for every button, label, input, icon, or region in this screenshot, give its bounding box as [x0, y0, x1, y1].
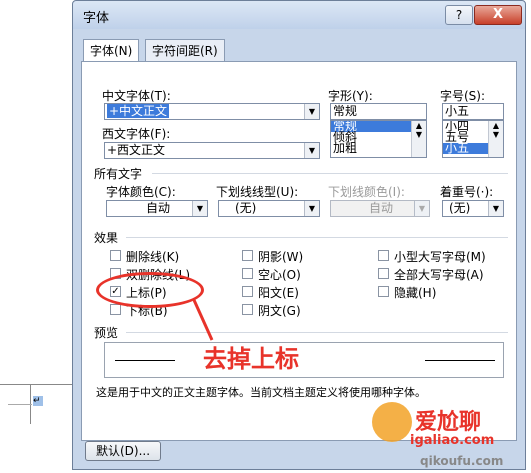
shadow-checkbox[interactable]: [242, 250, 253, 261]
default-button[interactable]: 默认(D)...: [85, 441, 161, 461]
emphasis-mark-label: 着重号(·):: [440, 185, 494, 199]
style-input[interactable]: 常规: [330, 103, 427, 120]
outline-checkbox[interactable]: [242, 268, 253, 279]
all-caps-checkbox[interactable]: [378, 268, 389, 279]
underline-color-label: 下划线颜色(I):: [328, 185, 405, 199]
engrave-label: 阴文(G): [258, 304, 301, 318]
outline-label: 空心(O): [258, 268, 301, 282]
tab-font[interactable]: 字体(N): [83, 39, 140, 62]
strikethrough-label: 删除线(K): [126, 250, 180, 264]
chevron-down-icon[interactable]: ▼: [304, 104, 319, 119]
preview-separator: [126, 332, 508, 333]
western-font-select[interactable]: +西文正文 ▼: [104, 142, 320, 159]
effects-separator: [126, 237, 508, 238]
underline-color-select: 自动 ▼: [330, 200, 430, 217]
underline-style-value: (无): [235, 201, 257, 215]
emboss-label: 阳文(E): [258, 286, 299, 300]
font-color-select[interactable]: 自动 ▼: [106, 200, 208, 217]
font-color-value: 自动: [145, 201, 170, 215]
style-list[interactable]: 常规 倾斜 加粗 ▲ ▼: [330, 120, 427, 158]
watermark-text: 爱尬聊: [415, 410, 482, 435]
chevron-down-icon[interactable]: ▼: [304, 143, 319, 158]
all-text-section-label: 所有文字: [94, 167, 143, 181]
superscript-highlight-circle: [96, 272, 204, 308]
strikethrough-checkbox[interactable]: [110, 250, 121, 261]
font-color-label: 字体颜色(C):: [106, 185, 176, 199]
size-list-scrollbar[interactable]: ▲ ▼: [488, 121, 503, 157]
emboss-checkbox[interactable]: [242, 286, 253, 297]
engrave-checkbox[interactable]: [242, 304, 253, 315]
hidden-label: 隐藏(H): [394, 286, 437, 300]
preview-baseline-right: [425, 360, 495, 361]
preview-box: [104, 342, 504, 378]
size-list[interactable]: 小四 五号 小五 ▲ ▼: [442, 120, 504, 158]
chinese-font-label: 中文字体(T):: [102, 89, 171, 103]
chevron-down-icon[interactable]: ▼: [304, 201, 319, 216]
watermark-logo: [372, 402, 412, 442]
preview-baseline-left: [115, 360, 175, 361]
watermark-url-2: qikoufu.com: [420, 454, 504, 468]
all-text-separator: [152, 173, 508, 174]
dialog-title: 字体: [83, 11, 110, 26]
chevron-down-icon[interactable]: ▼: [192, 201, 207, 216]
annotation-text: 去掉上标: [203, 345, 299, 373]
all-caps-label: 全部大写字母(A): [394, 268, 484, 282]
hidden-checkbox[interactable]: [378, 286, 389, 297]
preview-section-label: 预览: [94, 326, 119, 340]
underline-style-label: 下划线线型(U):: [216, 185, 299, 199]
font-dialog: 字体 ? X 字体(N) 字符间距(R) 中文字体(T): +中文正文 ▼ 西文…: [72, 0, 526, 470]
font-tab-panel: 中文字体(T): +中文正文 ▼ 西文字体(F): +西文正文 ▼ 字形(Y):…: [81, 61, 517, 441]
western-font-value: +西文正文: [107, 143, 166, 157]
small-caps-label: 小型大写字母(M): [394, 250, 486, 264]
underline-style-select[interactable]: (无) ▼: [218, 200, 320, 217]
chinese-font-value: +中文正文: [107, 104, 170, 118]
style-label: 字形(Y):: [328, 89, 373, 103]
underline-color-value: 自动: [368, 201, 393, 215]
emphasis-mark-select[interactable]: (无) ▼: [442, 200, 504, 217]
tab-character-spacing[interactable]: 字符间距(R): [145, 39, 225, 61]
shadow-label: 阴影(W): [258, 250, 304, 264]
chinese-font-select[interactable]: +中文正文 ▼: [104, 103, 320, 120]
small-caps-checkbox[interactable]: [378, 250, 389, 261]
document-margin-line-h2: [8, 404, 32, 405]
watermark-url: igaliao.com: [410, 433, 495, 448]
help-button[interactable]: ?: [445, 5, 473, 25]
effects-section-label: 效果: [94, 231, 119, 245]
style-list-scrollbar[interactable]: ▲ ▼: [411, 121, 426, 157]
title-bar[interactable]: 字体 ? X: [73, 1, 525, 29]
chevron-down-icon: ▼: [414, 201, 429, 216]
subscript-checkbox[interactable]: [110, 304, 121, 315]
preview-note: 这是用于中文的正文主题字体。当前文档主题定义将使用哪种字体。: [96, 386, 426, 399]
size-input[interactable]: 小五: [442, 103, 504, 120]
document-text-cursor: ↵: [33, 396, 43, 406]
close-button[interactable]: X: [474, 5, 522, 25]
emphasis-mark-value: (无): [449, 201, 471, 215]
size-label: 字号(S):: [440, 89, 486, 103]
chevron-down-icon[interactable]: ▼: [488, 201, 503, 216]
western-font-label: 西文字体(F):: [102, 127, 171, 141]
document-margin-line-h: [0, 384, 72, 385]
